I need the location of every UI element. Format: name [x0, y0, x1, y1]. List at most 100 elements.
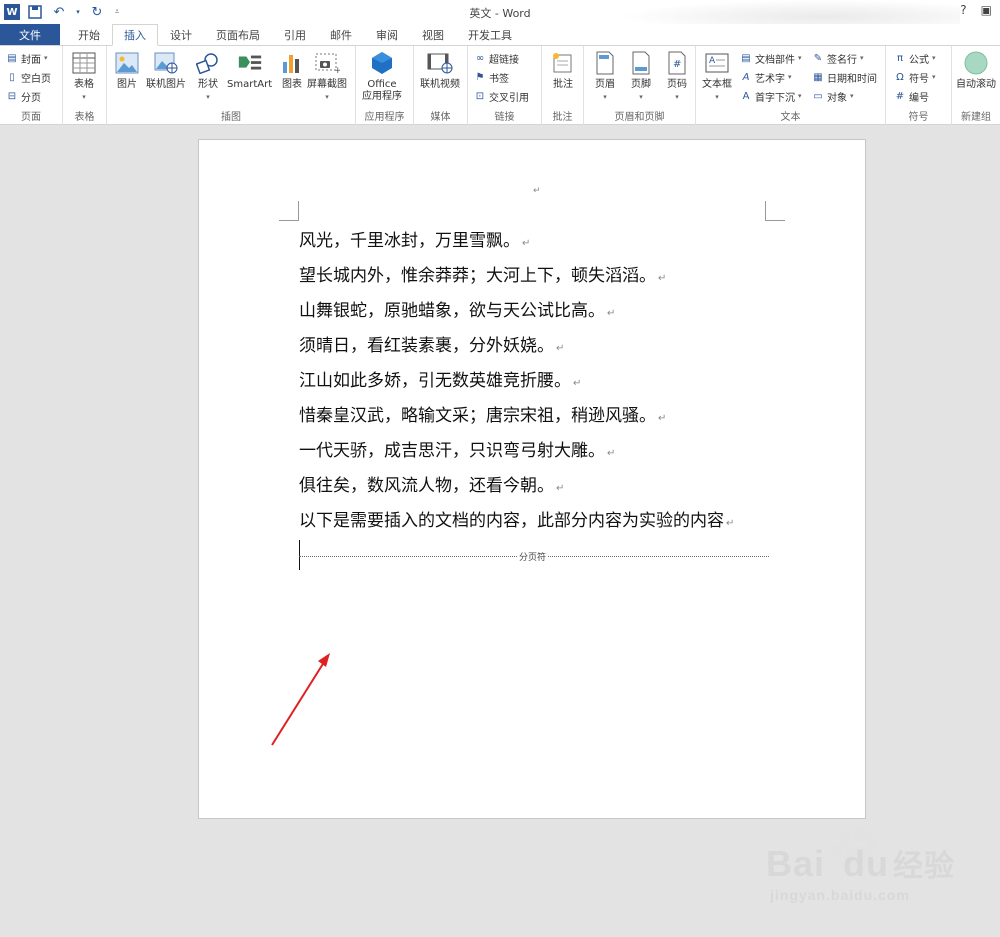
dropcap-button[interactable]: A 首字下沉 ▾	[740, 87, 802, 105]
tab-page-layout[interactable]: 页面布局	[204, 24, 272, 46]
new-comment-button[interactable]: 批注	[550, 50, 576, 91]
symbol-button[interactable]: Ω 符号 ▾	[894, 68, 935, 86]
object-button[interactable]: ▭ 对象 ▾	[812, 87, 853, 105]
group-pages: ▤ 封面 ▾ ▯ 空白页 ⊟ 分页 页面	[0, 46, 63, 125]
tab-design[interactable]: 设计	[158, 24, 204, 46]
dropcap-label: 首字下沉	[755, 92, 795, 104]
office-store-icon	[369, 50, 395, 76]
text-line[interactable]: 以下是需要插入的文档的内容，此部分内容为实验的内容 ↵	[299, 506, 769, 541]
smartart-button[interactable]: SmartArt	[227, 50, 272, 91]
tab-review[interactable]: 审阅	[364, 24, 410, 46]
document-area[interactable]: ↵ 风光，千里冰封，万里雪飘。 ↵ 望长城内外，惟余莽莽；大河上下，顿失滔滔。 ↵ …	[0, 125, 1000, 903]
text-line[interactable]: 惜秦皇汉武，略输文采；唐宗宋祖，稍逊风骚。 ↵	[299, 401, 769, 436]
group-label-media: 媒体	[430, 112, 451, 123]
blank-page-button[interactable]: ▯ 空白页	[6, 68, 51, 86]
table-icon	[71, 50, 97, 76]
page-break-label: 分页	[21, 92, 41, 104]
page-number-button[interactable]: # 页码 ▾	[664, 50, 690, 103]
equation-button[interactable]: π 公式 ▾	[894, 49, 936, 67]
object-label: 对象	[827, 92, 847, 104]
ribbon: ▤ 封面 ▾ ▯ 空白页 ⊟ 分页 页面 表格 ▾ 表格 图片 联机图片 形状 …	[0, 45, 1000, 125]
office-apps-button[interactable]: Office 应用程序	[362, 50, 402, 103]
tab-insert[interactable]: 插入	[112, 24, 158, 46]
footer-icon	[628, 50, 654, 76]
chart-button[interactable]: 图表	[279, 50, 305, 91]
text-line[interactable]: 望长城内外，惟余莽莽；大河上下，顿失滔滔。 ↵	[299, 261, 769, 296]
watermark-brand: Bai	[766, 843, 826, 884]
text-line[interactable]: 须晴日，看红装素裹，分外妖娆。 ↵	[299, 331, 769, 366]
picture-icon	[114, 50, 140, 76]
signature-line-icon: ✎	[813, 52, 823, 64]
quick-parts-label: 文档部件	[755, 54, 795, 66]
text-line[interactable]: 江山如此多娇，引无数英雄竞折腰。 ↵	[299, 366, 769, 401]
cross-reference-button[interactable]: ⊡ 交叉引用	[474, 87, 529, 105]
cross-reference-icon: ⊡	[475, 90, 485, 102]
text-line[interactable]: 山舞银蛇，原驰蜡象，欲与天公试比高。 ↵	[299, 296, 769, 331]
group-symbols: π 公式 ▾ Ω 符号 ▾ # 编号 符号	[886, 46, 952, 125]
group-tables: 表格 ▾ 表格	[63, 46, 107, 125]
ribbon-display-options-icon[interactable]: ▣	[981, 3, 992, 17]
tab-references[interactable]: 引用	[272, 24, 318, 46]
cover-page-icon: ▤	[7, 52, 17, 64]
page-break-line[interactable]: 分页符	[299, 550, 769, 568]
smartart-icon	[237, 50, 263, 76]
group-illustrations: 图片 联机图片 形状 ▾ SmartArt 图表 + 屏幕截图 ▾ 插图	[107, 46, 356, 125]
group-links: ∞ 超链接 ⚑ 书签 ⊡ 交叉引用 链接	[468, 46, 542, 125]
header-icon	[592, 50, 618, 76]
datetime-button[interactable]: ▦ 日期和时间	[812, 68, 877, 86]
group-label-header-footer: 页眉和页脚	[614, 112, 665, 123]
hyperlink-button[interactable]: ∞ 超链接	[474, 49, 519, 67]
datetime-label: 日期和时间	[827, 73, 877, 85]
annotation-arrow	[271, 653, 330, 746]
signature-line-button[interactable]: ✎ 签名行 ▾	[812, 49, 864, 67]
cover-page-button[interactable]: ▤ 封面 ▾	[6, 49, 47, 67]
online-video-button[interactable]: 联机视频	[420, 50, 460, 91]
watermark-url: jingyan.baidu.com	[770, 887, 910, 903]
paragraph-mark: ↵	[658, 413, 667, 424]
page-break-button[interactable]: ⊟ 分页	[6, 87, 41, 105]
number-button[interactable]: # 编号	[894, 87, 929, 105]
new-comment-label: 批注	[553, 79, 573, 90]
equation-label: 公式	[909, 54, 929, 66]
autoscroll-icon	[963, 50, 989, 76]
wordart-button[interactable]: A 艺术字 ▾	[740, 68, 792, 86]
group-label-text: 文本	[780, 112, 801, 123]
crop-mark-top-left	[279, 201, 299, 221]
picture-button[interactable]: 图片	[114, 50, 140, 91]
quick-parts-icon: ▤	[741, 52, 751, 64]
quick-parts-button[interactable]: ▤ 文档部件 ▾	[740, 49, 801, 67]
group-text: A 文本框 ▾ ▤ 文档部件 ▾ A 艺术字 ▾ A 首字下沉 ▾ ✎ 签名行 ▾ ▦ …	[696, 46, 886, 125]
bookmark-button[interactable]: ⚑ 书签	[474, 68, 509, 86]
paragraph-mark: ↵	[658, 273, 667, 284]
text-line[interactable]: 俱往矣，数风流人物，还看今朝。 ↵	[299, 471, 769, 506]
document-body[interactable]: 风光，千里冰封，万里雪飘。 ↵ 望长城内外，惟余莽莽；大河上下，顿失滔滔。 ↵ 山舞…	[299, 226, 769, 541]
screenshot-button[interactable]: + 屏幕截图 ▾	[307, 50, 347, 103]
tab-view[interactable]: 视图	[410, 24, 456, 46]
paragraph-mark: ↵	[607, 448, 616, 459]
help-icon[interactable]: ?	[960, 3, 966, 17]
tab-developer[interactable]: 开发工具	[456, 24, 524, 46]
footer-button[interactable]: 页脚 ▾	[628, 50, 654, 103]
header-button[interactable]: 页眉 ▾	[592, 50, 618, 103]
text-line[interactable]: 风光，千里冰封，万里雪飘。 ↵	[299, 226, 769, 261]
group-new: 自动滚动 新建组	[952, 46, 1000, 125]
text-line[interactable]: 一代天骄，成吉思汗，只识弯弓射大雕。 ↵	[299, 436, 769, 471]
omega-icon: Ω	[896, 71, 904, 83]
watermark-cn: 经验	[893, 850, 956, 883]
online-picture-button[interactable]: 联机图片	[146, 50, 186, 91]
group-header-footer: 页眉 ▾ 页脚 ▾ # 页码 ▾ 页眉和页脚	[584, 46, 696, 125]
autoscroll-button[interactable]: 自动滚动	[956, 50, 996, 91]
table-button[interactable]: 表格 ▾	[71, 50, 97, 103]
equation-icon: π	[896, 52, 904, 64]
title-bar: W ↶ ▾ ↻ ⩡ 英文 - Word ? ▣	[0, 0, 1000, 24]
online-picture-icon	[153, 50, 179, 76]
tab-file[interactable]: 文件	[0, 24, 60, 46]
cross-reference-label: 交叉引用	[489, 92, 529, 104]
cover-page-label: 封面	[21, 54, 41, 66]
tab-home[interactable]: 开始	[66, 24, 112, 46]
shapes-button[interactable]: 形状 ▾	[195, 50, 221, 103]
header-paragraph-mark: ↵	[533, 186, 541, 196]
textbox-button[interactable]: A 文本框 ▾	[702, 50, 732, 103]
tab-mailings[interactable]: 邮件	[318, 24, 364, 46]
paragraph-mark: ↵	[556, 343, 565, 354]
